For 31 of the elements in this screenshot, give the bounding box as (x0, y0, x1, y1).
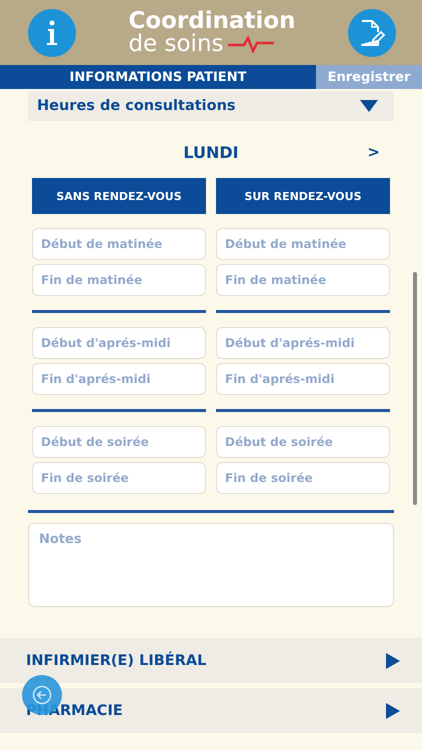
section-row[interactable]: INFIRMIER(E) LIBÉRAL (0, 638, 422, 683)
column-header-button[interactable]: SUR RENDEZ-VOUS (216, 178, 390, 214)
edit-document-button[interactable] (348, 8, 396, 56)
time-field[interactable]: Début de soirée (216, 426, 390, 458)
info-button[interactable] (28, 8, 76, 56)
column-header-button[interactable]: SANS RENDEZ-VOUS (32, 178, 206, 214)
time-field[interactable]: Début de matinée (32, 228, 206, 260)
time-field[interactable]: Fin de matinée (32, 264, 206, 296)
next-day-button[interactable]: > (361, 142, 386, 162)
time-field[interactable]: Début de matinée (216, 228, 390, 260)
app-subtitle: de soins (128, 32, 224, 56)
time-field[interactable]: Fin de matinée (216, 264, 390, 296)
scrollbar[interactable] (413, 272, 417, 505)
day-label: LUNDI (183, 142, 239, 162)
caret-right-icon (386, 702, 400, 718)
document-pencil-icon (359, 18, 385, 46)
section-header[interactable]: Heures de consultations (28, 91, 394, 121)
notes-field[interactable]: Notes (28, 523, 394, 607)
time-field[interactable]: Début d'aprés-midi (216, 327, 390, 359)
caret-right-icon (386, 652, 400, 668)
time-field[interactable]: Fin de soirée (216, 462, 390, 494)
caret-down-icon (360, 100, 378, 112)
time-field[interactable]: Fin d'aprés-midi (216, 363, 390, 395)
screen-title: INFORMATIONS PATIENT (0, 65, 316, 89)
info-icon (45, 20, 59, 46)
time-field[interactable]: Fin de soirée (32, 462, 206, 494)
time-field[interactable]: Fin d'aprés-midi (32, 363, 206, 395)
heartbeat-icon (228, 35, 274, 53)
app-title: Coordination (128, 10, 296, 32)
time-field[interactable]: Début de soirée (32, 426, 206, 458)
time-field[interactable]: Début d'aprés-midi (32, 327, 206, 359)
